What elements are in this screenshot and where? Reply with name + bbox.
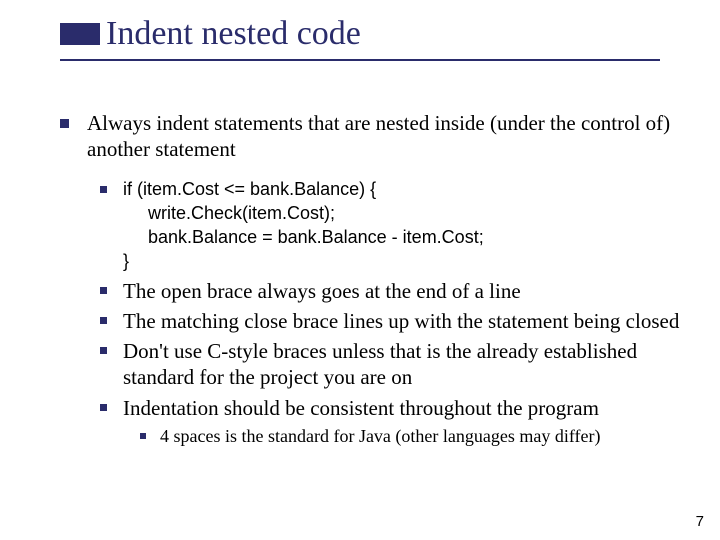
bullet-level-2: The matching close brace lines up with t…: [100, 308, 680, 334]
square-bullet-icon: [100, 347, 107, 354]
bullet-text: The open brace always goes at the end of…: [123, 278, 680, 304]
bullet-text: Indentation should be consistent through…: [123, 395, 680, 421]
title-underline: [60, 59, 660, 61]
square-bullet-icon: [140, 433, 146, 439]
bullet-text: The matching close brace lines up with t…: [123, 308, 680, 334]
square-bullet-icon: [100, 287, 107, 294]
bullet-level-2-code: if (item.Cost <= bank.Balance) { write.C…: [100, 177, 680, 274]
bullet-level-3: 4 spaces is the standard for Java (other…: [140, 425, 680, 448]
bullet-level-1: Always indent statements that are nested…: [60, 110, 680, 163]
page-number: 7: [696, 513, 704, 530]
square-bullet-icon: [60, 119, 69, 128]
slide-title: Indent nested code: [106, 15, 361, 52]
square-bullet-icon: [100, 404, 107, 411]
title-accent-bar: [60, 23, 100, 45]
square-bullet-icon: [100, 317, 107, 324]
bullet-level-2: Indentation should be consistent through…: [100, 395, 680, 421]
bullet-level-2: The open brace always goes at the end of…: [100, 278, 680, 304]
bullet-text: 4 spaces is the standard for Java (other…: [160, 425, 680, 448]
slide-body: Always indent statements that are nested…: [60, 110, 680, 451]
bullet-text: Always indent statements that are nested…: [87, 110, 680, 163]
code-block: if (item.Cost <= bank.Balance) { write.C…: [123, 177, 680, 274]
slide-title-area: Indent nested code: [60, 15, 680, 61]
square-bullet-icon: [100, 186, 107, 193]
bullet-level-2: Don't use C-style braces unless that is …: [100, 338, 680, 391]
bullet-text: Don't use C-style braces unless that is …: [123, 338, 680, 391]
